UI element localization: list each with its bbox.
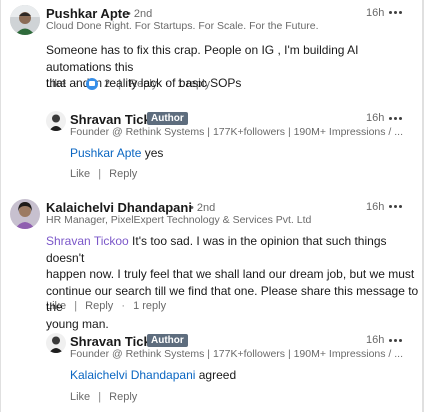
reply-button[interactable]: Reply xyxy=(129,78,157,90)
replies-count-link[interactable]: 1 reply xyxy=(133,300,166,312)
comment-timestamp: 16h xyxy=(366,201,385,213)
like-button[interactable]: Like xyxy=(70,168,90,180)
replies-count-link[interactable]: 1 reply xyxy=(177,78,210,90)
comment-text-line: Shravan Tickoo It's too sad. I was in th… xyxy=(46,233,420,266)
separator: | xyxy=(98,391,102,404)
comment-text: Shravan Tickoo It's too sad. I was in th… xyxy=(46,233,420,332)
comment-text-line: happen now. I truly feel that we shall l… xyxy=(46,267,415,281)
separator: · xyxy=(74,78,78,91)
more-options-icon[interactable] xyxy=(389,204,405,210)
reply-button[interactable]: Reply xyxy=(109,168,137,180)
comment-text-line: young man. xyxy=(46,316,109,331)
more-options-icon[interactable] xyxy=(389,116,405,122)
comment-author-name[interactable]: Pushkar Apte xyxy=(46,6,129,21)
like-reaction-icon[interactable] xyxy=(85,78,98,91)
separator: | xyxy=(98,168,102,181)
avatar[interactable] xyxy=(46,111,66,131)
separator: · xyxy=(121,300,126,313)
mention-link[interactable]: Kalaichelvi Dhandapani xyxy=(70,368,195,382)
separator: | xyxy=(118,78,122,91)
reply-author-headline: Founder @ Rethink Systems | 177K+followe… xyxy=(70,348,404,360)
separator: · xyxy=(165,78,170,91)
reply-author-headline: Founder @ Rethink Systems | 177K+followe… xyxy=(70,126,404,138)
mention-link[interactable]: Pushkar Apte xyxy=(70,146,141,160)
connection-degree: • 2nd xyxy=(190,202,216,214)
comment-author-name[interactable]: Kalaichelvi Dhandapani xyxy=(46,200,192,215)
comment-author-headline: HR Manager, PixelExpert Technology & Ser… xyxy=(46,214,312,226)
reply-text: Kalaichelvi Dhandapani agreed xyxy=(70,367,236,384)
mention-link[interactable]: Shravan Tickoo xyxy=(46,234,129,248)
connection-degree: • 2nd xyxy=(127,8,153,20)
author-badge: Author xyxy=(147,334,188,347)
reply-timestamp: 16h xyxy=(366,112,385,124)
like-button[interactable]: Like xyxy=(46,78,66,90)
comment-actions: Like · 2 | Reply · 1 reply xyxy=(46,78,210,91)
comment-timestamp: 16h xyxy=(366,7,385,19)
separator: | xyxy=(74,300,78,313)
avatar[interactable] xyxy=(46,333,66,353)
author-badge: Author xyxy=(147,112,188,125)
reply-text-content: agreed xyxy=(195,368,237,382)
more-options-icon[interactable] xyxy=(389,10,405,16)
reply-text: Pushkar Apte yes xyxy=(70,145,163,162)
comment-actions: Like | Reply · 1 reply xyxy=(46,300,166,312)
more-options-icon[interactable] xyxy=(389,338,405,344)
reply-timestamp: 16h xyxy=(366,334,385,346)
reply-button[interactable]: Reply xyxy=(109,391,137,403)
like-button[interactable]: Like xyxy=(46,300,66,312)
left-border xyxy=(0,0,1,412)
reply-button[interactable]: Reply xyxy=(85,300,113,312)
reply-actions: Like | Reply xyxy=(70,168,137,180)
comment-text-line: Someone has to fix this crap. People on … xyxy=(46,43,359,74)
reaction-count[interactable]: 2 xyxy=(104,78,110,90)
comment-author-headline: Cloud Done Right. For Startups. For Scal… xyxy=(46,20,319,32)
reply-text-content: yes xyxy=(141,146,164,160)
avatar[interactable] xyxy=(10,199,40,229)
like-button[interactable]: Like xyxy=(70,391,90,403)
reply-actions: Like | Reply xyxy=(70,391,137,403)
avatar[interactable] xyxy=(10,5,40,35)
